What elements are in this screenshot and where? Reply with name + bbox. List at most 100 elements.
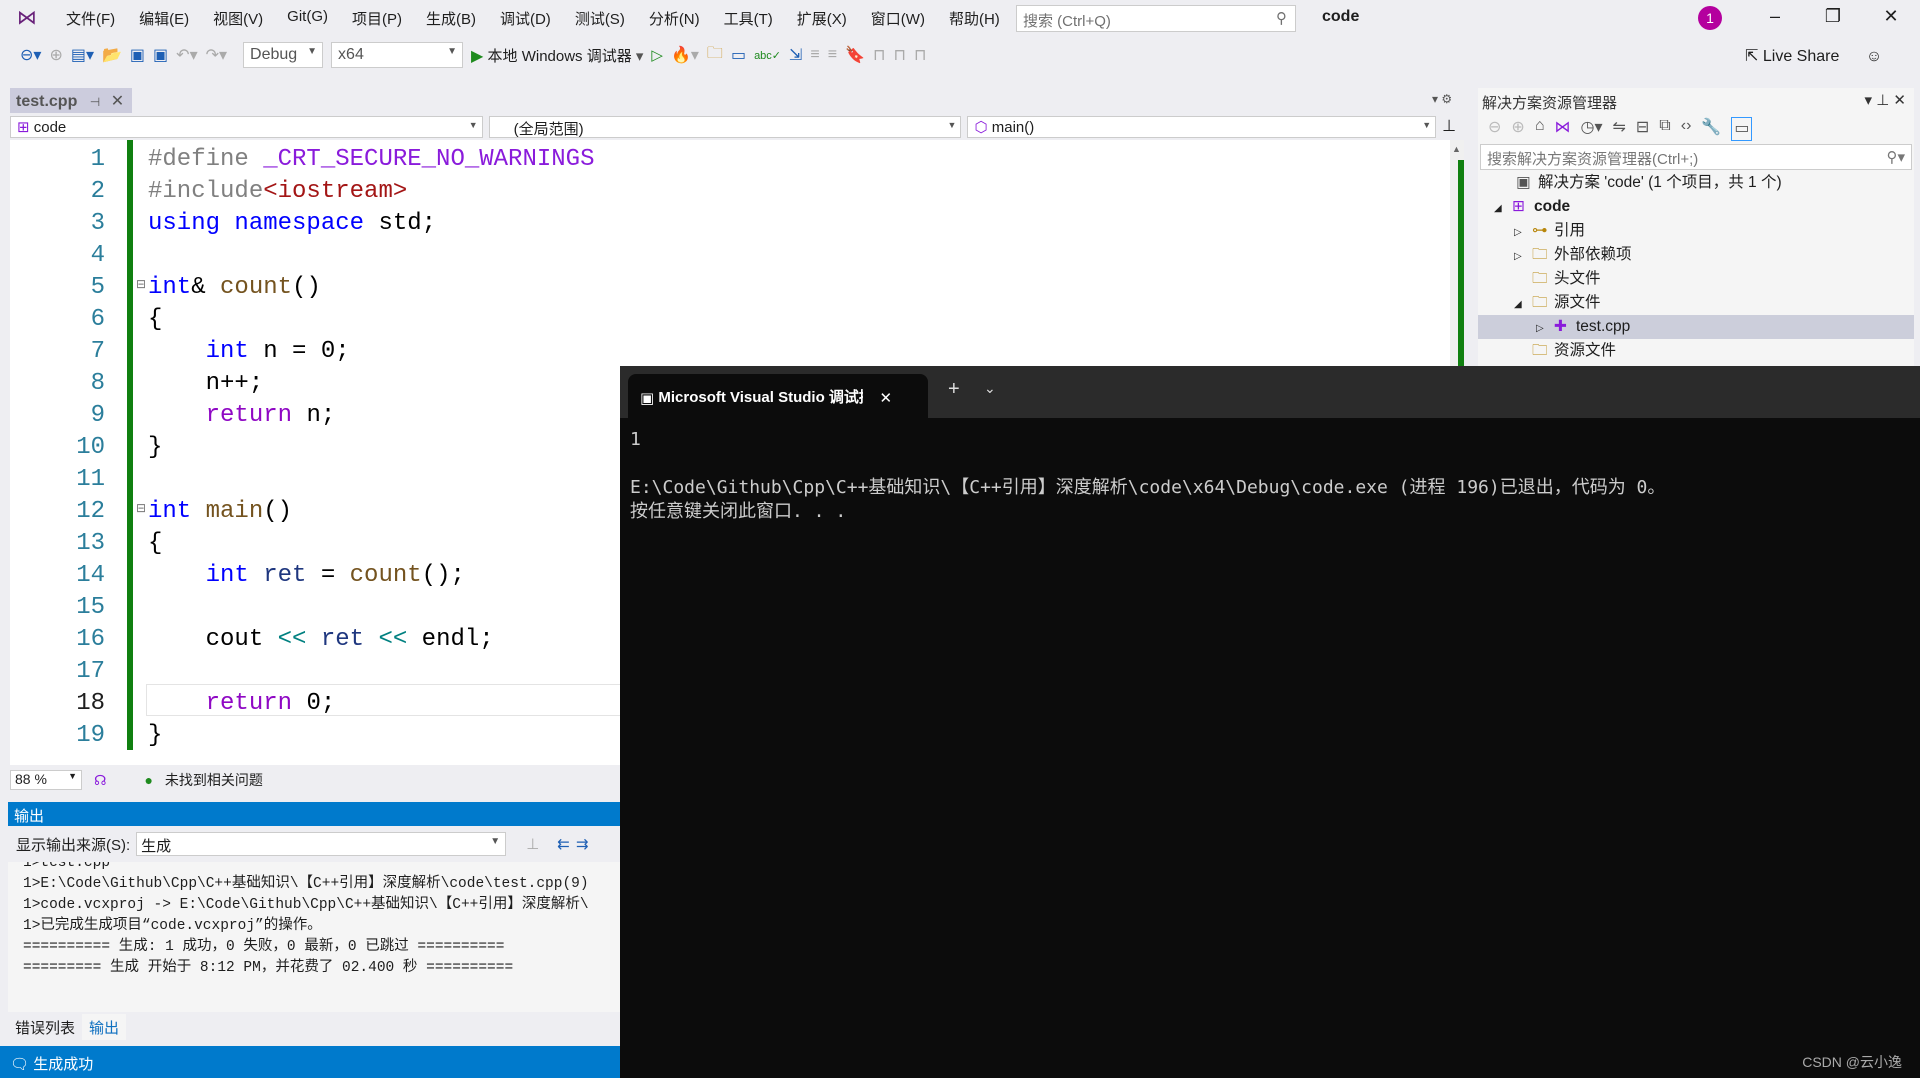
menu-item[interactable]: 测试(S) [563,8,637,29]
zoom-dropdown[interactable]: 88 % ▼ [10,770,82,790]
run-debugger-button[interactable]: ▶ 本地 Windows 调试器 ▾ [471,45,643,66]
platform-dropdown[interactable]: x64 ▼ [331,42,464,68]
menu-item[interactable]: 生成(B) [414,8,488,29]
next-message-icon[interactable]: ⇉ [576,835,589,853]
split-icon[interactable]: ⊥ [1442,116,1462,138]
tab-output[interactable]: 输出 [82,1014,127,1040]
hot-reload-icon[interactable]: 🔥▾ [671,45,699,65]
tab-options-icon[interactable]: ▾ ⚙ [1432,92,1452,106]
solution-search-input[interactable]: 搜索解决方案资源管理器(Ctrl+;) ⚲▾ [1480,144,1912,170]
tree-item[interactable]: ▷ 🗀 外部依赖项 [1478,243,1914,267]
menu-item[interactable]: 视图(V) [201,8,275,29]
start-without-debug-icon[interactable]: ▷ [651,46,663,64]
output-text[interactable]: 1>test.cpp 1>E:\Code\Github\Cpp\C++基础知识\【… [8,862,620,1012]
scope-dropdown[interactable]: (全局范围) ▼ [488,116,962,138]
intellicode-icon[interactable]: ☊ [94,772,106,789]
project-dropdown[interactable]: ⊞ code ▼ [10,116,483,138]
next-bookmark-icon[interactable]: ⊓ [894,45,906,65]
uncomment-icon[interactable]: ≡ [828,46,837,64]
close-tab-icon[interactable]: ✕ [880,390,893,407]
tree-item[interactable]: 🗀 头文件 [1478,267,1914,291]
menu-item[interactable]: 工具(T) [712,8,785,29]
issues-status[interactable]: 未找到相关问题 [165,770,263,790]
back-icon[interactable]: ⊖▾ [20,45,41,65]
code-view-icon[interactable]: ‹› [1681,117,1692,141]
search-input[interactable]: 搜索 (Ctrl+Q) ⚲ [1016,5,1296,32]
new-item-icon[interactable]: ▤▾ [71,45,94,65]
menu-item[interactable]: 分析(N) [637,8,712,29]
dropdown-icon[interactable]: ▾ [1864,92,1872,109]
fold-icon[interactable]: ⊟ [136,277,146,291]
tree-item[interactable]: ◢ 🗀 源文件 [1478,291,1914,315]
close-tab-icon[interactable]: ✕ [111,93,124,110]
preview-icon[interactable]: ▭ [1731,117,1753,141]
console-tab[interactable]: ▣ Microsoft Visual Studio 调试控制台 ✕ [628,374,928,418]
tab-error-list[interactable]: 错误列表 [8,1014,82,1040]
fold-icon[interactable]: ⊟ [136,501,146,515]
live-share-button[interactable]: ⇱ Live Share ☺ [1745,46,1882,66]
debug-console-window[interactable]: ▣ Microsoft Visual Studio 调试控制台 ✕ + ⌄ 1 E… [620,366,1920,1078]
comment-icon[interactable]: ≡ [810,46,819,64]
menu-item[interactable]: 编辑(E) [127,8,201,29]
notification-badge[interactable]: 1 [1698,6,1722,30]
feedback-icon[interactable]: ☺ [1866,48,1882,65]
code-token: 0; [306,690,336,717]
find-in-files-icon[interactable]: 🗀 [707,42,723,69]
tab-test-cpp[interactable]: test.cpp ⊣ ✕ [10,88,132,113]
tree-item[interactable]: 🗀 资源文件 [1478,339,1914,363]
menu-item[interactable]: 扩展(X) [785,8,859,29]
undo-icon[interactable]: ↶▾ [176,45,197,65]
new-tab-icon[interactable]: + [948,378,960,401]
tree-item[interactable]: ▷ ⊶ 引用 [1478,219,1914,243]
home-icon[interactable]: ⌂ [1535,117,1545,141]
code-line: int n = 0; [148,336,350,368]
output-source-dropdown[interactable]: 生成 ▼ [136,832,507,856]
code-token: << [277,626,307,653]
prev-message-icon[interactable]: ⇇ [557,835,570,853]
menu-item[interactable]: 调试(D) [488,8,563,29]
expand-arrow-icon[interactable]: ▷ [1514,221,1532,245]
sync-icon[interactable]: ⇋ [1612,117,1625,141]
expand-arrow-icon[interactable]: ▷ [1514,245,1532,269]
save-icon[interactable]: ▣ [130,45,145,65]
collapse-all-icon[interactable]: ⊟ [1636,117,1649,141]
redo-icon[interactable]: ↷▾ [206,45,227,65]
expand-arrow-icon[interactable]: ◢ [1494,197,1512,221]
config-dropdown[interactable]: Debug ▼ [243,42,324,68]
bookmark-icon[interactable]: 🔖 [845,45,865,65]
minimize-button[interactable]: – [1760,6,1790,27]
notification-icon[interactable]: 🗨 [10,1056,29,1073]
expand-arrow-icon[interactable]: ▷ [1536,317,1554,341]
pin-icon[interactable]: ⊣ [90,95,100,109]
step-icon[interactable]: ⇲ [789,45,802,65]
menu-item[interactable]: 文件(F) [54,8,127,29]
pending-changes-icon[interactable]: ◷▾ [1580,117,1602,141]
tree-item[interactable]: ◢ ⊞ code [1478,195,1914,219]
open-icon[interactable]: 📂 [102,45,122,65]
clear-output-icon[interactable]: ⊥ [526,835,539,853]
chevron-down-icon[interactable]: ⌄ [984,380,996,397]
prev-bookmark-icon[interactable]: ⊓ [873,45,885,65]
forward-icon[interactable]: ⊕ [1511,117,1524,141]
menu-item[interactable]: 帮助(H) [937,8,1012,29]
menu-item[interactable]: 项目(P) [340,8,414,29]
menu-item[interactable]: 窗口(W) [859,8,937,29]
pin-icon[interactable]: ⊥ [1876,92,1889,109]
expand-arrow-icon[interactable]: ◢ [1514,293,1532,317]
switch-views-icon[interactable]: ⋈ [1554,117,1570,141]
tree-item[interactable]: ▷ ✚ test.cpp [1478,315,1914,339]
restore-button[interactable]: ❐ [1818,6,1848,27]
properties-icon[interactable]: 🔧 [1701,117,1721,141]
spell-check-icon[interactable]: abc✓ [754,49,781,62]
close-button[interactable]: ✕ [1876,6,1906,27]
forward-icon[interactable]: ⊕ [49,45,62,65]
menu-item[interactable]: Git(G) [275,8,340,29]
back-icon[interactable]: ⊖ [1488,117,1501,141]
tree-item[interactable]: ▣ 解决方案 'code' (1 个项目，共 1 个) [1478,171,1914,195]
clear-bookmarks-icon[interactable]: ⊓ [914,45,926,65]
member-dropdown[interactable]: ⬡ main() ▼ [967,116,1437,138]
close-icon[interactable]: ✕ [1893,92,1906,109]
show-all-files-icon[interactable]: ⧉ [1659,117,1670,141]
save-all-icon[interactable]: ▣ [153,45,168,65]
window-layout-icon[interactable]: ▭ [731,45,746,65]
